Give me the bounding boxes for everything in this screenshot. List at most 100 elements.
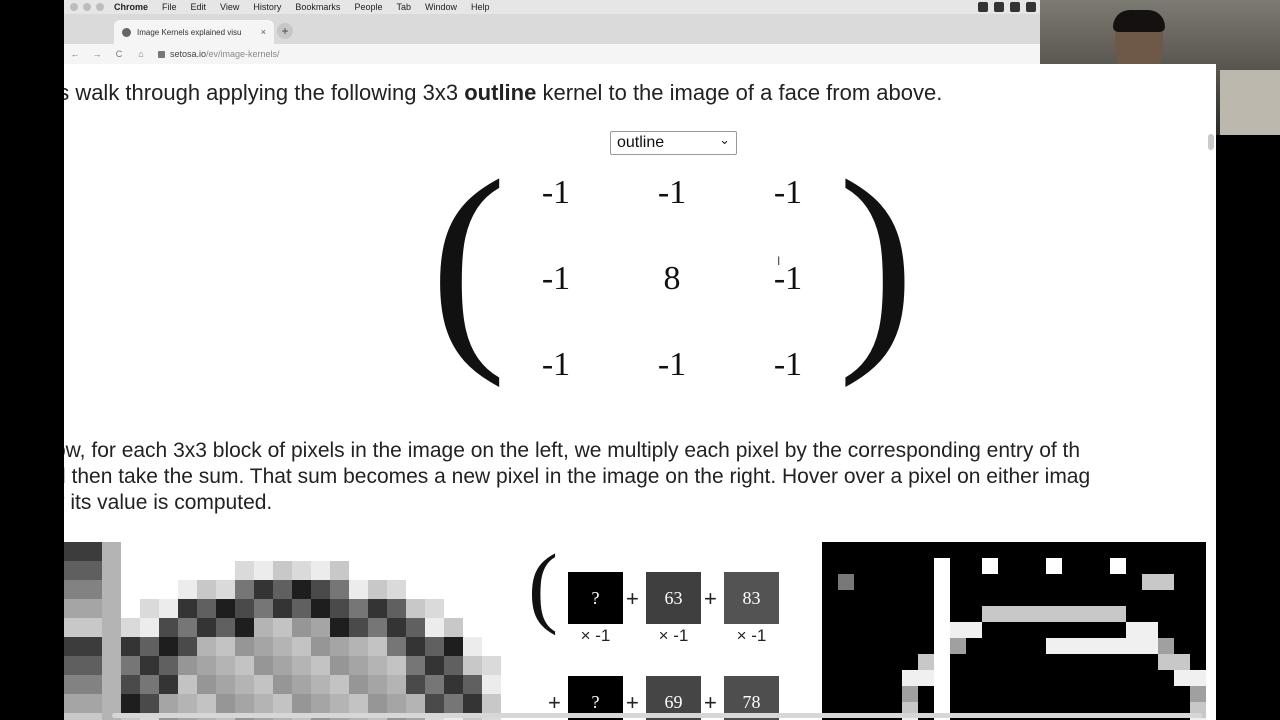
output-image-pixel[interactable] <box>1014 574 1030 590</box>
menu-bookmarks[interactable]: Bookmarks <box>295 2 340 12</box>
input-image-pixel[interactable] <box>387 694 406 713</box>
output-image-pixel[interactable] <box>870 686 886 702</box>
vertical-scrollbar[interactable] <box>1208 134 1214 150</box>
input-image-pixel[interactable] <box>330 656 349 675</box>
output-image-pixel[interactable] <box>1190 590 1206 606</box>
input-image-pixel[interactable] <box>235 656 254 675</box>
input-image-pixel[interactable] <box>178 542 197 561</box>
input-image-pixel[interactable] <box>292 542 311 561</box>
input-image-pixel[interactable] <box>482 618 501 637</box>
output-image-pixel[interactable] <box>1158 670 1174 686</box>
input-image-pixel[interactable] <box>159 599 178 618</box>
output-image-pixel[interactable] <box>918 590 934 606</box>
output-image-pixel[interactable] <box>854 654 870 670</box>
input-image-pixel[interactable] <box>387 542 406 561</box>
output-image-pixel[interactable] <box>1174 686 1190 702</box>
output-image-pixel[interactable] <box>886 606 902 622</box>
input-image-pixel[interactable] <box>406 561 425 580</box>
input-image-pixel[interactable] <box>406 599 425 618</box>
output-image-pixel[interactable] <box>1078 606 1094 622</box>
input-image-pixel[interactable] <box>501 599 520 618</box>
input-image-pixel[interactable] <box>254 675 273 694</box>
forward-icon[interactable]: → <box>86 49 108 59</box>
input-image-pixel[interactable] <box>197 580 216 599</box>
input-image-pixel[interactable] <box>330 675 349 694</box>
input-image-pixel[interactable] <box>64 580 83 599</box>
input-image-pixel[interactable] <box>311 542 330 561</box>
input-image-pixel[interactable] <box>311 580 330 599</box>
input-image-pixel[interactable] <box>444 694 463 713</box>
input-image-pixel[interactable] <box>178 561 197 580</box>
output-image-pixel[interactable] <box>950 542 966 558</box>
output-image-pixel[interactable] <box>1062 542 1078 558</box>
output-image-pixel[interactable] <box>838 542 854 558</box>
input-image-pixel[interactable] <box>368 542 387 561</box>
output-image-pixel[interactable] <box>950 606 966 622</box>
output-image-pixel[interactable] <box>998 670 1014 686</box>
input-image-pixel[interactable] <box>64 675 83 694</box>
output-image-pixel[interactable] <box>918 606 934 622</box>
input-image-pixel[interactable] <box>178 637 197 656</box>
input-image-pixel[interactable] <box>102 542 121 561</box>
input-image-pixel[interactable] <box>406 542 425 561</box>
output-image-pixel[interactable] <box>1046 542 1062 558</box>
input-image-pixel[interactable] <box>254 580 273 599</box>
input-image-pixel[interactable] <box>406 694 425 713</box>
input-image-pixel[interactable] <box>349 580 368 599</box>
output-image-pixel[interactable] <box>1110 654 1126 670</box>
output-image-pixel[interactable] <box>1078 622 1094 638</box>
output-image-pixel[interactable] <box>1078 686 1094 702</box>
input-image-pixel[interactable] <box>64 713 83 720</box>
output-outline-image[interactable] <box>822 542 1206 720</box>
output-image-pixel[interactable] <box>982 606 998 622</box>
input-face-image[interactable] <box>64 542 524 720</box>
output-image-pixel[interactable] <box>918 574 934 590</box>
input-image-pixel[interactable] <box>254 599 273 618</box>
input-image-pixel[interactable] <box>83 599 102 618</box>
input-image-pixel[interactable] <box>83 656 102 675</box>
output-image-pixel[interactable] <box>998 638 1014 654</box>
input-image-pixel[interactable] <box>482 675 501 694</box>
menu-view[interactable]: View <box>220 2 239 12</box>
input-image-pixel[interactable] <box>520 694 524 713</box>
output-image-pixel[interactable] <box>1014 606 1030 622</box>
input-image-pixel[interactable] <box>368 599 387 618</box>
input-image-pixel[interactable] <box>425 580 444 599</box>
kernel-select[interactable]: outline ⌄ <box>610 131 737 155</box>
output-image-pixel[interactable] <box>902 654 918 670</box>
output-image-pixel[interactable] <box>886 622 902 638</box>
input-image-pixel[interactable] <box>121 599 140 618</box>
output-image-pixel[interactable] <box>1014 638 1030 654</box>
output-image-pixel[interactable] <box>1190 670 1206 686</box>
input-image-pixel[interactable] <box>330 618 349 637</box>
output-image-pixel[interactable] <box>1062 606 1078 622</box>
input-image-pixel[interactable] <box>140 694 159 713</box>
input-image-pixel[interactable] <box>444 542 463 561</box>
output-image-pixel[interactable] <box>1062 622 1078 638</box>
output-image-pixel[interactable] <box>1046 606 1062 622</box>
output-image-pixel[interactable] <box>1142 622 1158 638</box>
output-image-pixel[interactable] <box>1158 606 1174 622</box>
input-image-pixel[interactable] <box>292 694 311 713</box>
input-image-pixel[interactable] <box>444 637 463 656</box>
input-image-pixel[interactable] <box>159 675 178 694</box>
input-image-pixel[interactable] <box>444 561 463 580</box>
input-image-pixel[interactable] <box>121 694 140 713</box>
output-image-pixel[interactable] <box>886 590 902 606</box>
output-image-pixel[interactable] <box>1158 542 1174 558</box>
output-image-pixel[interactable] <box>950 574 966 590</box>
output-image-pixel[interactable] <box>1062 654 1078 670</box>
input-image-pixel[interactable] <box>159 542 178 561</box>
input-image-pixel[interactable] <box>463 637 482 656</box>
output-image-pixel[interactable] <box>838 606 854 622</box>
output-image-pixel[interactable] <box>1174 670 1190 686</box>
output-image-pixel[interactable] <box>1046 638 1062 654</box>
input-image-pixel[interactable] <box>254 656 273 675</box>
input-image-pixel[interactable] <box>178 694 197 713</box>
input-image-pixel[interactable] <box>83 618 102 637</box>
output-image-pixel[interactable] <box>918 670 934 686</box>
input-image-pixel[interactable] <box>311 675 330 694</box>
input-image-pixel[interactable] <box>387 599 406 618</box>
input-image-pixel[interactable] <box>349 694 368 713</box>
output-image-pixel[interactable] <box>950 590 966 606</box>
